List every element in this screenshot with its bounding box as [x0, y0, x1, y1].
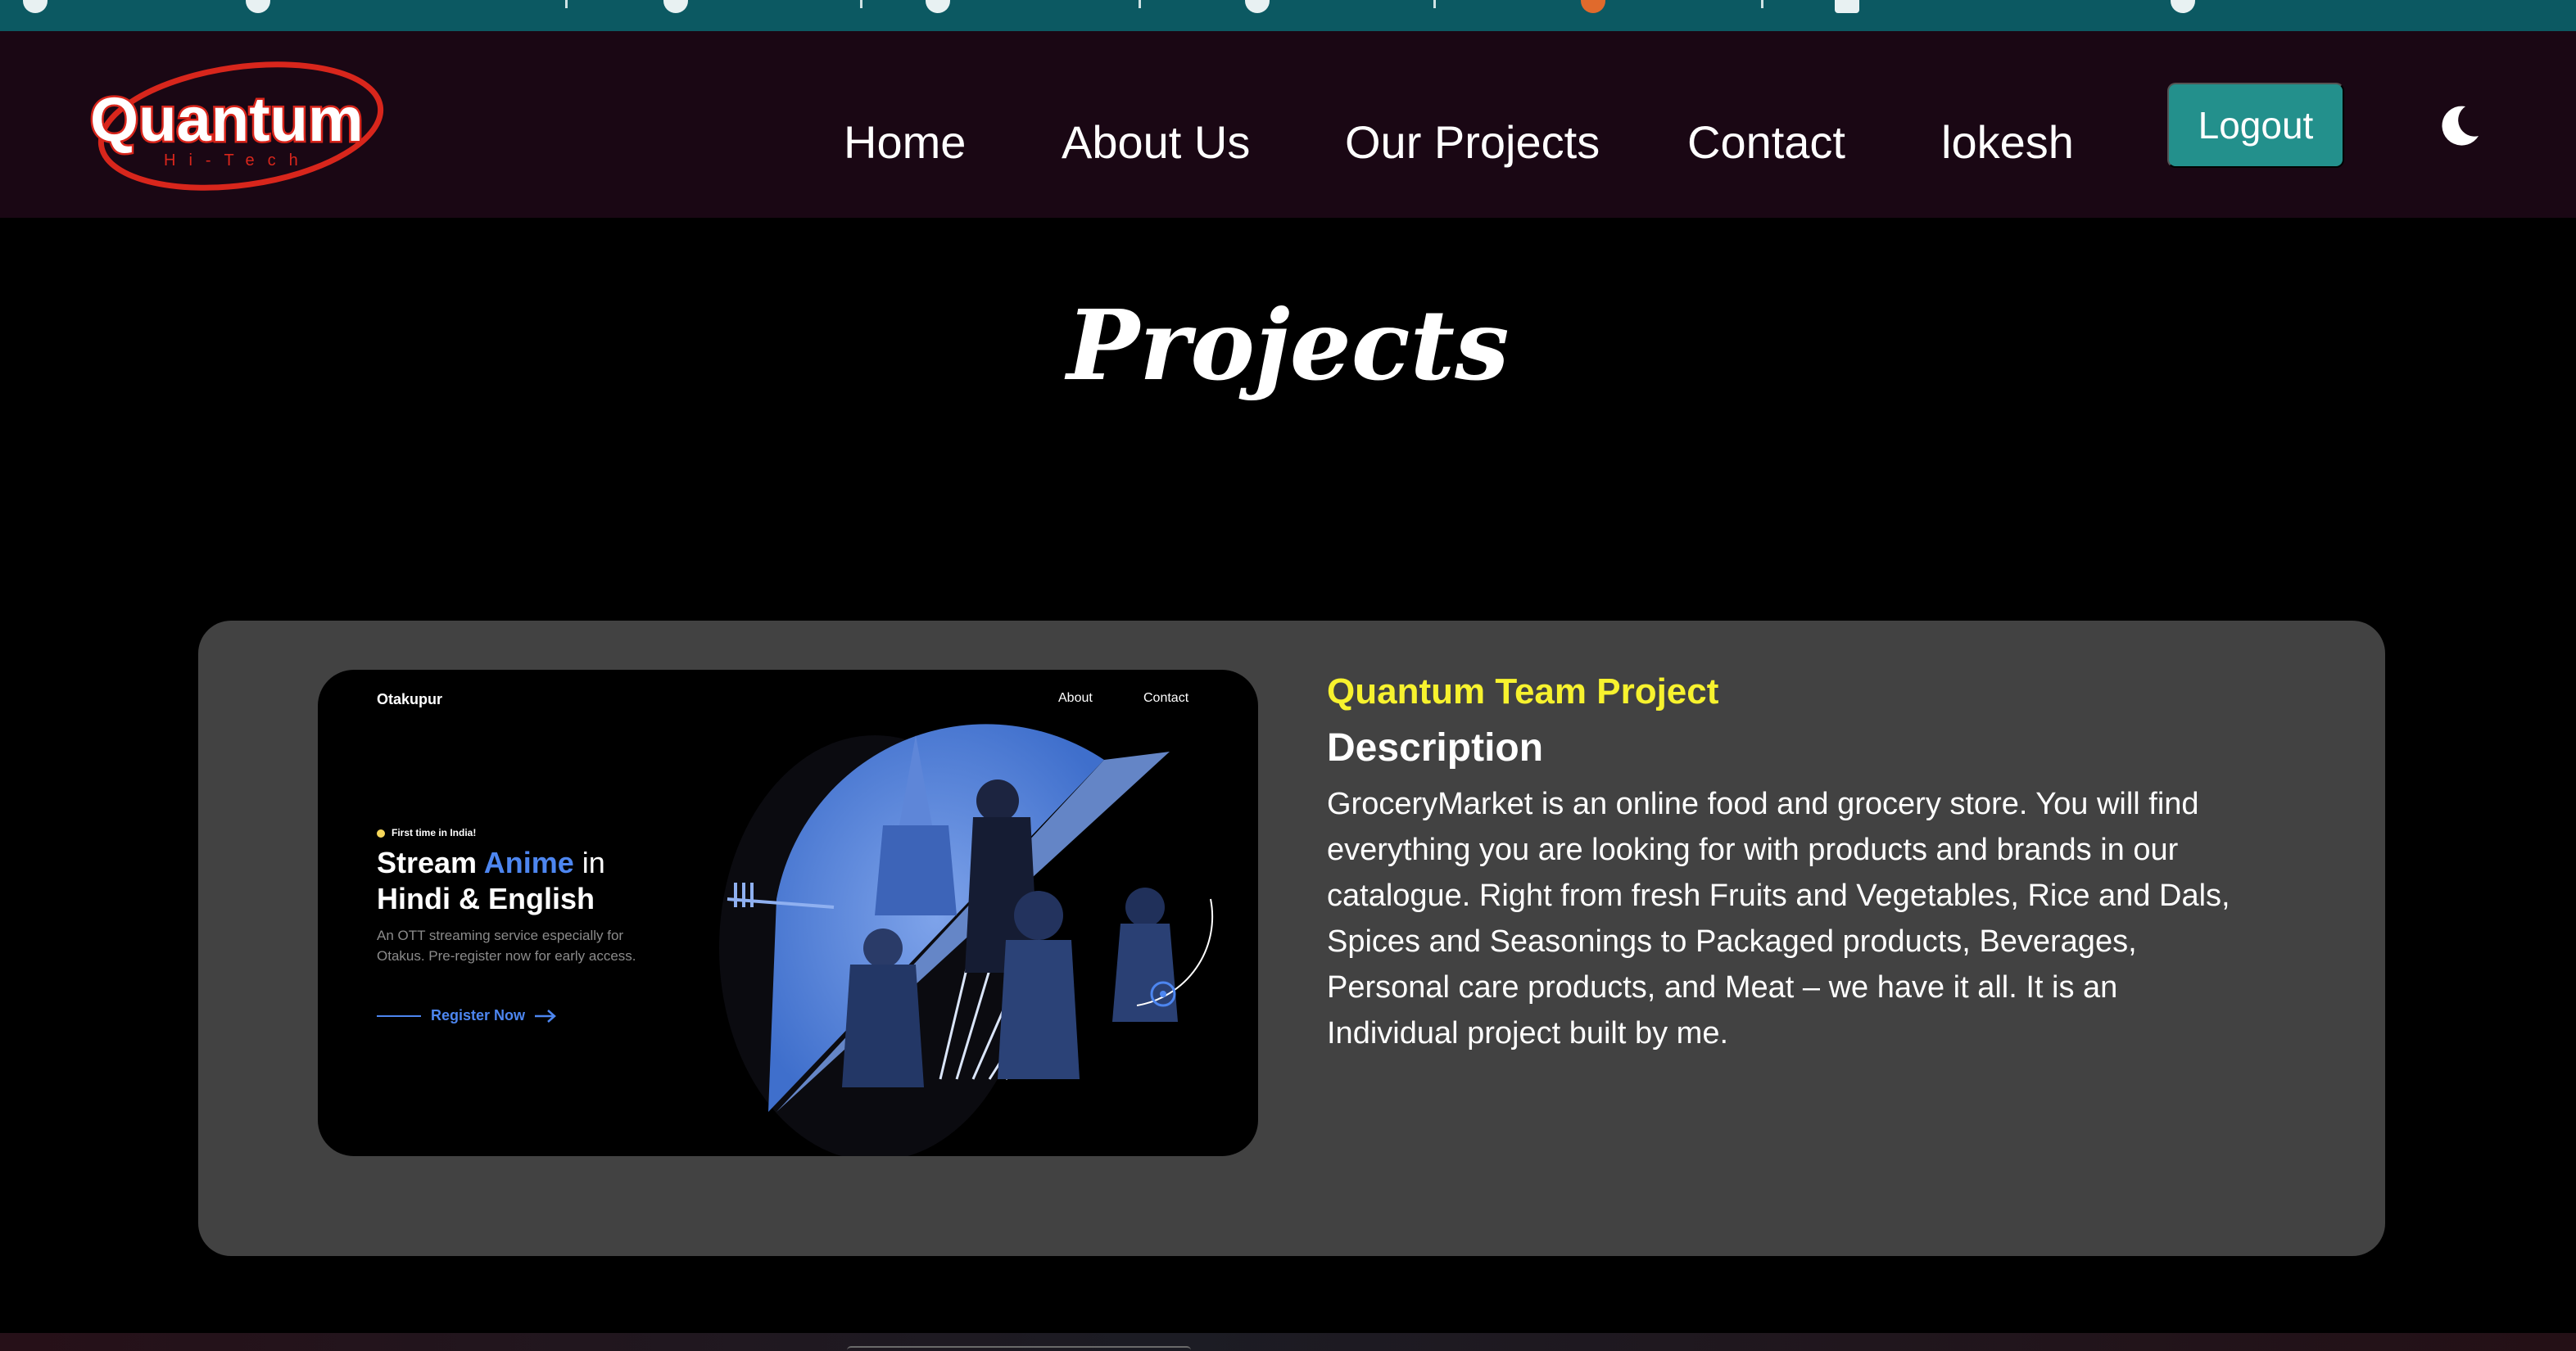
logo-wordmark: Quantum	[90, 85, 364, 155]
bookmark-separator	[1761, 0, 1763, 8]
page-title: Projects	[1066, 288, 1510, 402]
bookmark-icon[interactable]	[2171, 0, 2195, 13]
logout-button[interactable]: Logout	[2167, 83, 2344, 168]
project-title: Quantum Team Project	[1327, 671, 1719, 712]
bookmark-icon[interactable]	[23, 0, 48, 13]
taskbar-strip	[0, 1333, 2576, 1351]
arrow-right-icon	[535, 1009, 556, 1023]
nav-link-home[interactable]: Home	[844, 120, 966, 165]
nav-link-our-projects[interactable]: Our Projects	[1345, 120, 1600, 165]
site-navbar: Quantum Hi-Tech Home About Us Our Projec…	[0, 31, 2576, 218]
bookmark-separator	[1433, 0, 1436, 8]
preview-brand: Otakupur	[377, 691, 443, 707]
moon-icon[interactable]	[2441, 103, 2482, 149]
bookmark-icon[interactable]	[246, 0, 270, 13]
project-preview-image[interactable]: Otakupur About Contact First time in Ind…	[318, 670, 1258, 1156]
bookmark-icon[interactable]	[1835, 0, 1859, 13]
bookmarks-bar	[0, 0, 2576, 31]
bookmark-separator	[860, 0, 862, 8]
anime-fan-artwork	[719, 724, 1214, 1156]
preview-tag: First time in India!	[377, 827, 476, 838]
preview-headline: Stream Anime in Hindi & English	[377, 846, 605, 915]
logo-subtext: Hi-Tech	[164, 151, 311, 169]
quantum-logo[interactable]: Quantum Hi-Tech	[85, 61, 388, 192]
description-heading: Description	[1327, 726, 1544, 770]
nav-link-about-us[interactable]: About Us	[1062, 120, 1250, 165]
nav-link-contact[interactable]: Contact	[1687, 120, 1845, 165]
project-description: GroceryMarket is an online food and groc…	[1327, 787, 2230, 1051]
quantum-logo-graphic: Quantum Hi-Tech	[88, 61, 384, 191]
dot-icon	[377, 829, 385, 838]
bookmark-separator	[565, 0, 568, 8]
preview-register-link: Register Now	[377, 1007, 558, 1024]
nav-link-user[interactable]: lokesh	[1941, 120, 2074, 165]
taskbar-search[interactable]	[847, 1346, 1191, 1351]
bookmark-icon[interactable]	[1581, 0, 1605, 13]
preview-subtext: An OTT streaming service especially for …	[377, 928, 636, 964]
project-card: Otakupur About Contact First time in Ind…	[198, 621, 2385, 1256]
bookmark-separator	[1139, 0, 1141, 8]
bookmark-icon[interactable]	[663, 0, 688, 13]
bookmark-icon[interactable]	[926, 0, 950, 13]
bookmark-icon[interactable]	[1245, 0, 1270, 13]
